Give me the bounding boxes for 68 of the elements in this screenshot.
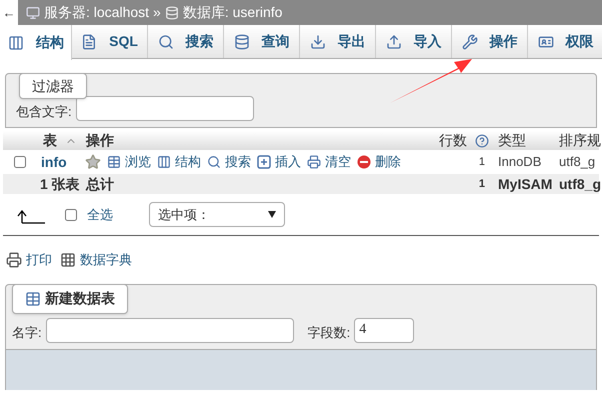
column-header: 类型 bbox=[497, 131, 527, 150]
column-header: 排序规 bbox=[558, 131, 599, 150]
wrench-icon bbox=[462, 34, 478, 50]
tab[interactable]: 导出 bbox=[300, 25, 376, 58]
printer-icon bbox=[6, 252, 22, 268]
page-link[interactable]: 数据字典 bbox=[80, 250, 132, 270]
document-icon bbox=[81, 34, 98, 50]
fields-label: 字段数: bbox=[308, 324, 350, 342]
name-input[interactable] bbox=[46, 318, 294, 342]
select-arrow-icon bbox=[17, 210, 47, 224]
column-header[interactable]: 表 bbox=[43, 130, 57, 151]
table-cell-text: 1 bbox=[478, 154, 486, 170]
table-cell-text: MyISAM bbox=[497, 174, 554, 194]
square-plus-icon bbox=[257, 155, 271, 169]
minus-circle-icon bbox=[357, 155, 371, 169]
filter-legend: 过滤器 bbox=[19, 73, 87, 99]
select-all-checkbox[interactable] bbox=[65, 208, 77, 220]
filter-label: 包含文字: bbox=[16, 102, 72, 120]
table-cell-text: InnoDB bbox=[497, 153, 542, 172]
tab[interactable]: 操作 bbox=[452, 25, 528, 58]
action-link[interactable]: 搜索 bbox=[225, 152, 251, 172]
create-table-legend: 新建数据表 bbox=[12, 284, 128, 314]
name-label: 名字: bbox=[12, 324, 42, 342]
fields-input[interactable]: 4 bbox=[354, 318, 414, 342]
search-icon bbox=[207, 155, 221, 169]
action-link[interactable]: 浏览 bbox=[125, 152, 151, 172]
table-cell-text: utf8_g bbox=[558, 153, 596, 172]
upload-icon bbox=[386, 34, 402, 50]
action-link[interactable]: 结构 bbox=[175, 152, 201, 172]
tab[interactable]: SQL bbox=[72, 25, 148, 58]
table-name-link[interactable]: info bbox=[37, 152, 83, 172]
table-cell-text: utf8_g bbox=[558, 174, 599, 194]
breadcrumb-divider: » bbox=[153, 3, 161, 22]
back-button[interactable]: ← bbox=[0, 0, 18, 25]
tab[interactable]: 导入 bbox=[376, 25, 452, 58]
cylinder-icon bbox=[234, 34, 250, 50]
card-icon bbox=[538, 34, 554, 50]
row-checkbox[interactable] bbox=[14, 156, 26, 168]
action-link[interactable]: 插入 bbox=[275, 152, 301, 172]
tab[interactable]: 结构 bbox=[0, 25, 72, 60]
tab[interactable]: 搜索 bbox=[148, 25, 224, 58]
breadcrumb-link[interactable]: 数据库: userinfo bbox=[182, 2, 282, 23]
grid-icon bbox=[60, 252, 76, 268]
download-icon bbox=[310, 34, 326, 50]
bulk-action-dropdown[interactable]: 选中项： bbox=[149, 202, 285, 227]
monitor-icon bbox=[26, 6, 40, 20]
search-icon bbox=[158, 34, 174, 50]
table-cell-text: 1 bbox=[478, 176, 486, 192]
action-link[interactable]: 清空 bbox=[325, 152, 351, 172]
printer-icon bbox=[307, 155, 321, 169]
filter-input[interactable] bbox=[76, 96, 254, 121]
table-icon bbox=[107, 155, 121, 169]
columns-icon bbox=[157, 155, 171, 169]
page-link[interactable]: 打印 bbox=[26, 250, 52, 270]
column-header: 操作 bbox=[84, 131, 115, 150]
table-icon bbox=[25, 290, 41, 306]
breadcrumb-link[interactable]: 服务器: localhost bbox=[44, 2, 150, 23]
cylinder-icon bbox=[164, 6, 179, 20]
tab[interactable]: 查询 bbox=[224, 25, 300, 58]
table-cell-text: 总计 bbox=[84, 174, 115, 194]
help-icon[interactable] bbox=[475, 134, 489, 148]
star-icon[interactable] bbox=[85, 154, 101, 170]
dropdown-caret-icon bbox=[268, 211, 276, 218]
table-cell-text: 1 张表 bbox=[39, 174, 81, 194]
columns-icon bbox=[8, 34, 24, 50]
column-header: 行数 bbox=[439, 131, 467, 150]
select-all-label[interactable]: 全选 bbox=[87, 204, 113, 224]
action-link[interactable]: 删除 bbox=[375, 152, 401, 172]
